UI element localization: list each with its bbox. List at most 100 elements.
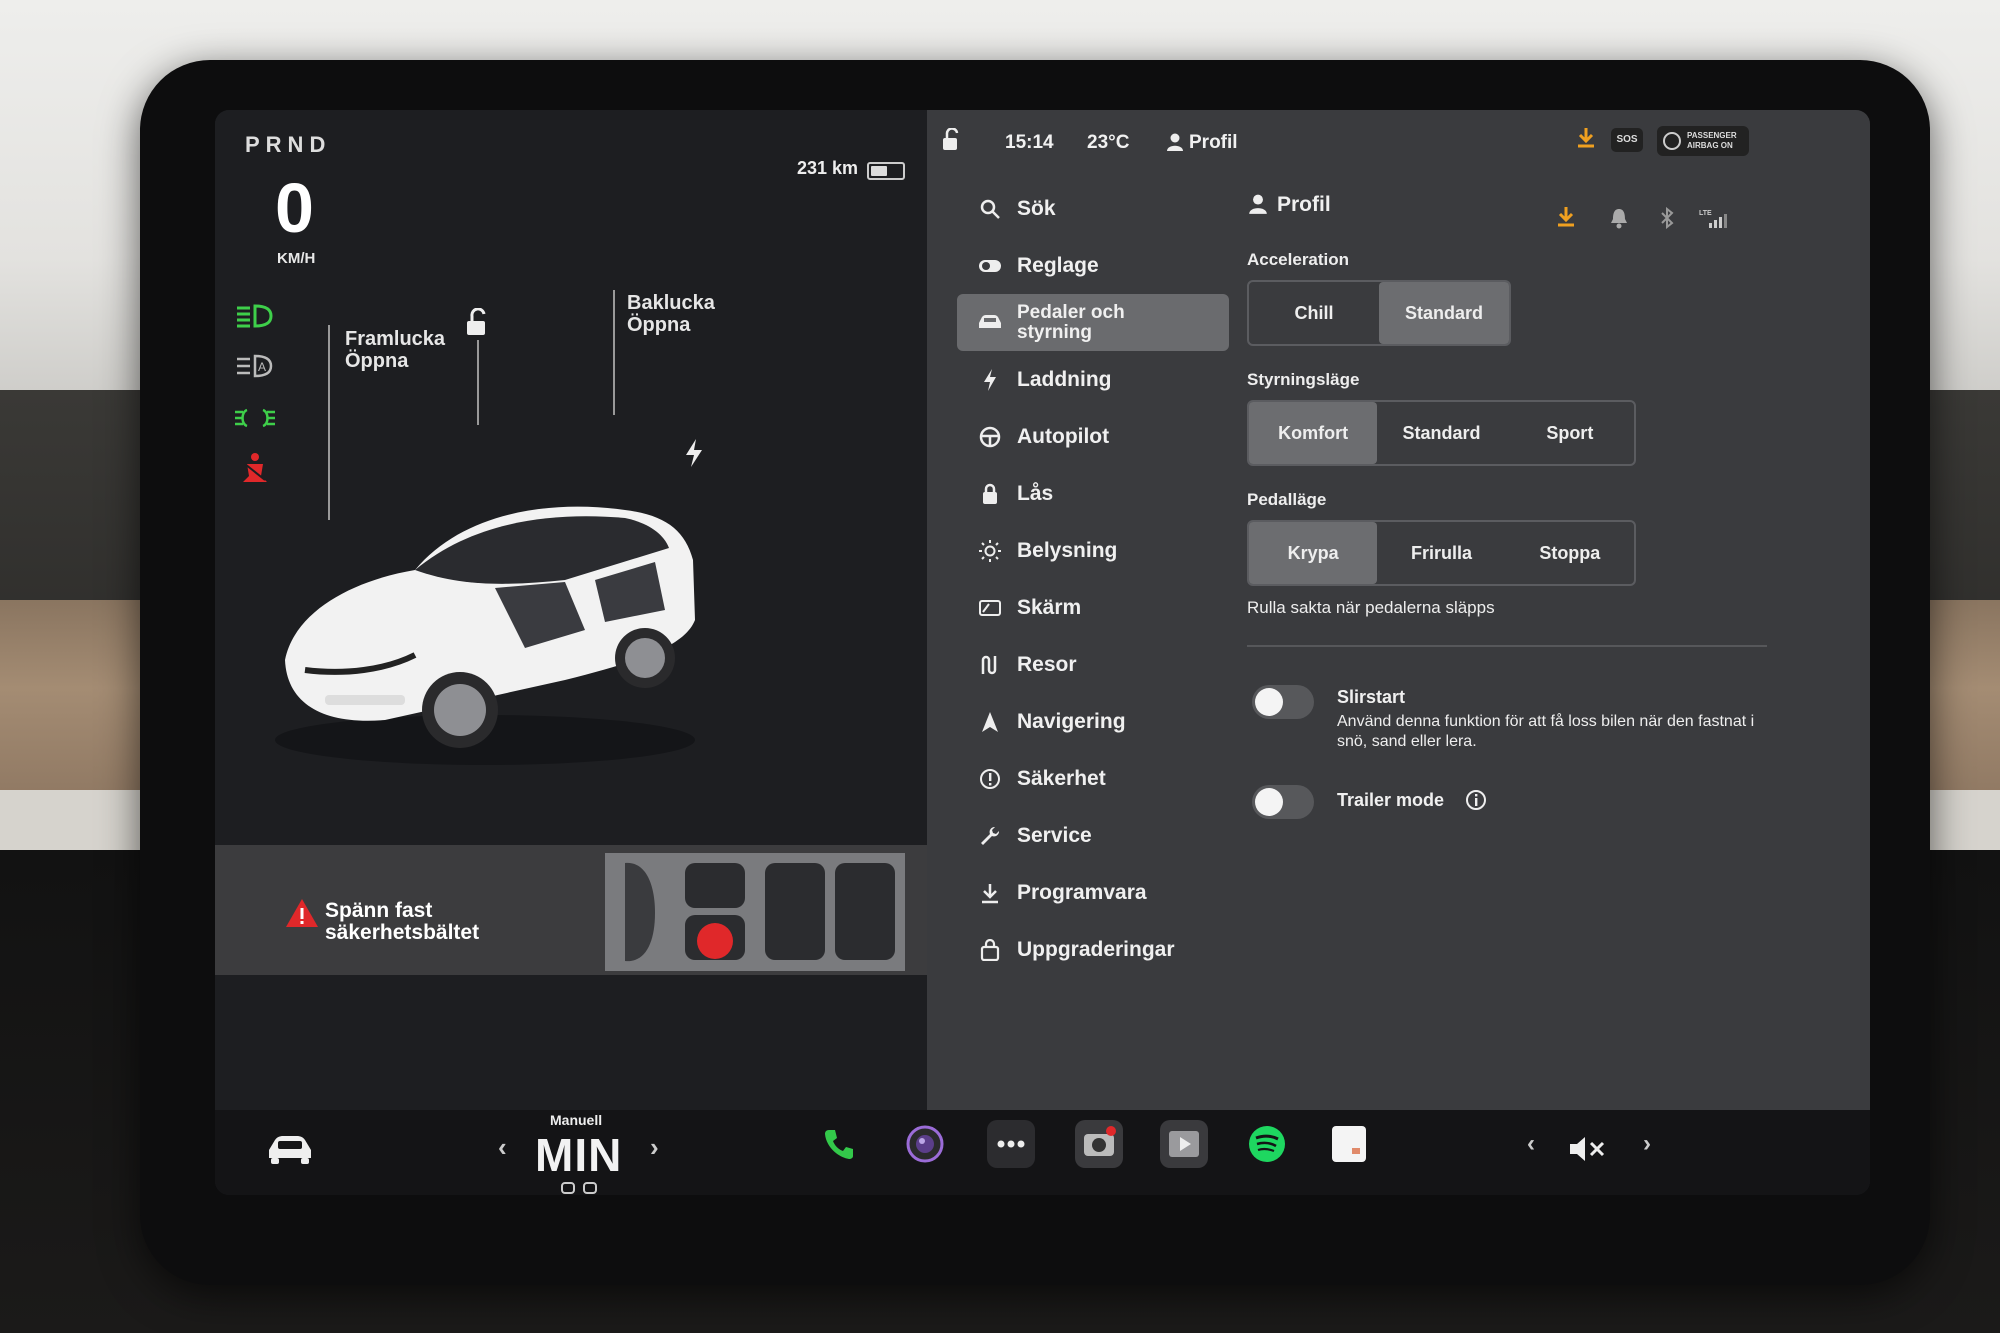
parking-lights-icon bbox=[235, 408, 275, 428]
menu-item-label: Skärm bbox=[1017, 595, 1082, 619]
steering-mode-selector: Komfort Standard Sport bbox=[1247, 400, 1636, 466]
seatbelt-alert[interactable]: Spänn fast säkerhetsbältet bbox=[215, 845, 927, 975]
menu-item-label: Resor bbox=[1017, 652, 1077, 676]
acceleration-label: Acceleration bbox=[1247, 250, 1350, 269]
more-dots-icon bbox=[997, 1140, 1025, 1148]
menu-item-label: Reglage bbox=[1017, 253, 1099, 277]
menu-item-1[interactable]: Reglage bbox=[957, 237, 1229, 294]
profile-button[interactable]: Profil bbox=[1189, 132, 1238, 154]
menu-item-9[interactable]: Navigering bbox=[957, 693, 1229, 750]
outside-temperature: 23°C bbox=[1087, 132, 1130, 153]
seat-map-icon bbox=[605, 853, 905, 971]
fan-decrease-button[interactable]: ‹ bbox=[498, 1132, 507, 1163]
svg-text:A: A bbox=[258, 360, 266, 374]
volume-next-button[interactable]: › bbox=[1643, 1130, 1651, 1158]
clock: 15:14 bbox=[1005, 132, 1054, 153]
frunk-label[interactable]: Framlucka Öppna bbox=[345, 328, 445, 372]
pedal-mode-selector: Krypa Frirulla Stoppa bbox=[1247, 520, 1636, 586]
menu-item-7[interactable]: Skärm bbox=[957, 579, 1229, 636]
charge-port-icon[interactable] bbox=[683, 438, 705, 468]
status-bar: 15:14 23°C Profil SOS PASSENGER AIRBAG O… bbox=[927, 110, 1870, 170]
slipstart-description: Använd denna funktion för att få loss bi… bbox=[1337, 713, 1755, 750]
menu-item-4[interactable]: Autopilot bbox=[957, 408, 1229, 465]
fan-increase-button[interactable]: › bbox=[650, 1132, 659, 1163]
toggle-icon bbox=[977, 253, 1003, 279]
menu-item-label: Uppgraderingar bbox=[1017, 937, 1175, 961]
display-icon bbox=[977, 595, 1003, 621]
fan-speed[interactable]: MIN bbox=[535, 1128, 622, 1182]
phone-app[interactable] bbox=[815, 1120, 863, 1168]
steering-option-komfort[interactable]: Komfort bbox=[1249, 402, 1378, 464]
menu-item-label: Säkerhet bbox=[1017, 766, 1106, 790]
menu-item-12[interactable]: Programvara bbox=[957, 864, 1229, 921]
dashcam-icon bbox=[1084, 1126, 1116, 1156]
pedal-option-frirulla[interactable]: Frirulla bbox=[1377, 522, 1505, 584]
volume-muted-icon[interactable] bbox=[1567, 1134, 1607, 1164]
car-icon[interactable] bbox=[265, 1132, 315, 1168]
wrench-icon bbox=[977, 823, 1003, 849]
seat-heater-icon[interactable] bbox=[560, 1182, 600, 1195]
spotify-app[interactable] bbox=[1243, 1120, 1291, 1168]
menu-item-8[interactable]: Resor bbox=[957, 636, 1229, 693]
lock-pointer bbox=[477, 340, 479, 425]
profile-icon bbox=[1249, 194, 1267, 214]
menu-item-label: Belysning bbox=[1017, 538, 1118, 562]
menu-item-5[interactable]: Lås bbox=[957, 465, 1229, 522]
bell-icon[interactable] bbox=[1609, 207, 1629, 229]
alert-message: Spänn fast säkerhetsbältet bbox=[325, 899, 480, 944]
camera-lens-icon bbox=[906, 1125, 944, 1163]
trunk-label[interactable]: Baklucka Öppna bbox=[627, 292, 715, 336]
navigation-arrow-icon bbox=[977, 709, 1003, 735]
profile-icon[interactable] bbox=[1165, 132, 1185, 152]
trips-icon bbox=[977, 652, 1003, 678]
steering-option-sport[interactable]: Sport bbox=[1506, 402, 1634, 464]
steering-option-standard[interactable]: Standard bbox=[1377, 402, 1505, 464]
warning-triangle-icon bbox=[286, 899, 318, 927]
menu-item-0[interactable]: Sök bbox=[957, 180, 1229, 237]
acceleration-option-chill[interactable]: Chill bbox=[1249, 282, 1379, 344]
pedal-option-krypa[interactable]: Krypa bbox=[1249, 522, 1378, 584]
info-icon[interactable] bbox=[1465, 789, 1487, 811]
more-apps-button[interactable] bbox=[987, 1120, 1035, 1168]
pedal-mode-label: Pedalläge bbox=[1247, 490, 1327, 509]
steering-mode-label: Styrningsläge bbox=[1247, 370, 1360, 389]
menu-item-3[interactable]: Laddning bbox=[957, 351, 1229, 408]
download-icon[interactable] bbox=[1555, 205, 1577, 229]
climate-mode-label: Manuell bbox=[550, 1112, 603, 1128]
pedal-mode-hint: Rulla sakta när pedalerna släpps bbox=[1247, 598, 1495, 617]
car-icon bbox=[977, 310, 1003, 336]
sos-button[interactable]: SOS bbox=[1611, 128, 1643, 152]
menu-item-2[interactable]: Pedaler och styrning bbox=[957, 294, 1229, 351]
acceleration-option-standard[interactable]: Standard bbox=[1379, 282, 1509, 344]
slipstart-toggle[interactable] bbox=[1252, 685, 1314, 719]
slipstart-title: Slirstart bbox=[1337, 687, 1406, 707]
speed-readout: 0 bbox=[275, 169, 314, 247]
bluetooth-icon[interactable] bbox=[1659, 207, 1675, 229]
gear-selector: PRND bbox=[245, 132, 332, 157]
battery-icon bbox=[867, 162, 905, 180]
menu-item-label: Lås bbox=[1017, 481, 1054, 505]
theater-app[interactable] bbox=[1160, 1120, 1208, 1168]
pedal-option-stoppa[interactable]: Stoppa bbox=[1506, 522, 1634, 584]
dashcam-app[interactable] bbox=[1075, 1120, 1123, 1168]
lte-signal-icon: LTE bbox=[1699, 210, 1727, 228]
menu-item-13[interactable]: Uppgraderingar bbox=[957, 921, 1229, 978]
sun-icon bbox=[977, 538, 1003, 564]
menu-item-6[interactable]: Belysning bbox=[957, 522, 1229, 579]
download-icon[interactable] bbox=[1575, 126, 1597, 150]
steering-wheel-icon bbox=[977, 424, 1003, 450]
volume-prev-button[interactable]: ‹ bbox=[1527, 1130, 1535, 1158]
unlock-icon[interactable] bbox=[941, 128, 963, 152]
touchscreen: PRND 0 KM/H 231 km A Framlucka Öppna Bak… bbox=[215, 110, 1870, 1195]
speed-unit: KM/H bbox=[277, 250, 316, 267]
trailer-mode-toggle[interactable] bbox=[1252, 785, 1314, 819]
calendar-icon bbox=[1332, 1126, 1366, 1162]
menu-item-10[interactable]: Säkerhet bbox=[957, 750, 1229, 807]
camera-app[interactable] bbox=[901, 1120, 949, 1168]
trailer-mode-title: Trailer mode bbox=[1337, 790, 1445, 810]
menu-item-11[interactable]: Service bbox=[957, 807, 1229, 864]
range-readout: 231 km bbox=[797, 158, 859, 178]
shopping-bag-icon bbox=[977, 937, 1003, 963]
calendar-app[interactable] bbox=[1325, 1120, 1373, 1168]
unlock-icon[interactable] bbox=[463, 308, 493, 338]
